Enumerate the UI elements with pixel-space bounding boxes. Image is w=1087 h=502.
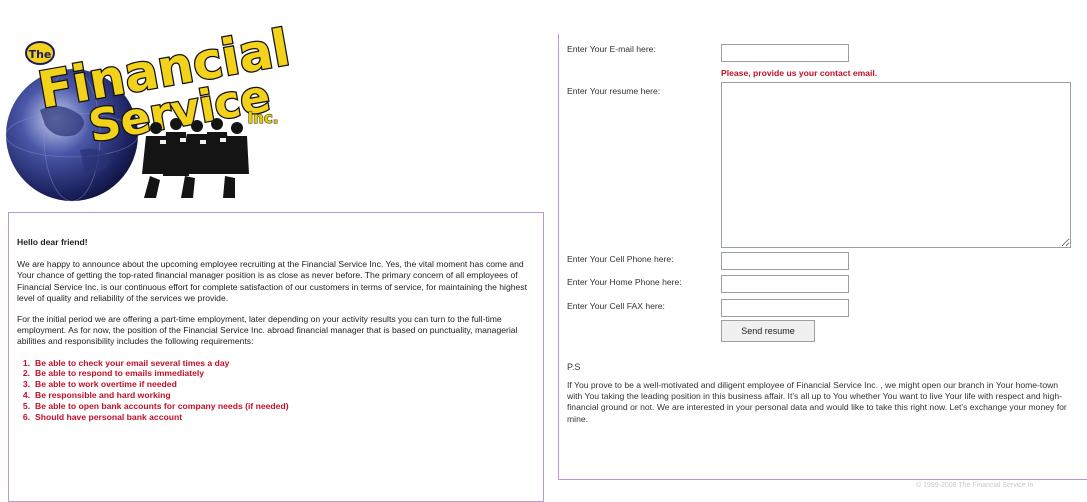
home-phone-label: Enter Your Home Phone here: bbox=[567, 277, 682, 287]
send-resume-button[interactable]: Send resume bbox=[721, 320, 815, 342]
requirement-item: 5. Be able to open bank accounts for comp… bbox=[23, 400, 535, 412]
home-phone-field[interactable] bbox=[721, 275, 849, 293]
requirement-item: 6. Should have personal bank account bbox=[23, 411, 535, 423]
resume-form-panel: Enter Your E-mail here: Please, provide … bbox=[558, 34, 1087, 480]
business-people-icon bbox=[142, 118, 249, 198]
ps-label: P.S bbox=[567, 362, 581, 372]
requirement-text: Be responsible and hard working bbox=[35, 390, 171, 401]
requirement-item: 4. Be responsible and hard working bbox=[23, 390, 535, 401]
requirement-number: 1. bbox=[22, 357, 30, 368]
requirement-number: 5. bbox=[22, 400, 30, 411]
cell-phone-label: Enter Your Cell Phone here: bbox=[567, 254, 674, 264]
copyright-footer: © 1999-2008 The Financial Service In bbox=[916, 482, 1034, 489]
logo-the-text: The bbox=[29, 48, 52, 61]
requirement-item: 3. Be able to work overtime if needed bbox=[23, 379, 535, 390]
resume-textarea[interactable] bbox=[721, 82, 1071, 248]
offer-paragraph: For the initial period we are offering a… bbox=[17, 314, 518, 347]
intro-paragraph: We are happy to announce about the upcom… bbox=[17, 259, 527, 303]
requirement-text: Be able to work overtime if needed bbox=[35, 379, 177, 390]
greeting-heading: Hello dear friend! bbox=[17, 237, 88, 247]
fax-label: Enter Your Cell FAX here: bbox=[567, 301, 665, 311]
requirement-item: 1. Be able to check your email several ti… bbox=[23, 357, 535, 369]
requirement-number: 3. bbox=[22, 379, 30, 390]
requirement-text: Be able to check your email several time… bbox=[35, 357, 230, 368]
logo-graphic: The Financial Service Inc. bbox=[5, 17, 295, 202]
company-logo: The Financial Service Inc. bbox=[0, 0, 300, 210]
email-field[interactable] bbox=[721, 44, 849, 62]
logo-inc-text: Inc. bbox=[248, 109, 279, 127]
cell-phone-field[interactable] bbox=[721, 252, 849, 270]
requirement-number: 4. bbox=[22, 390, 30, 401]
requirements-list: 1. Be able to check your email several ti… bbox=[17, 358, 535, 423]
email-error-message: Please, provide us your contact email. bbox=[721, 68, 878, 78]
intro-panel: Hello dear friend! We are happy to annou… bbox=[8, 212, 544, 502]
requirement-number: 6. bbox=[22, 411, 30, 422]
requirement-item: 2. Be able to respond to emails immediate… bbox=[23, 368, 535, 379]
email-label: Enter Your E-mail here: bbox=[567, 44, 656, 54]
requirement-text: Should have personal bank account bbox=[35, 411, 183, 422]
requirement-text: Be able to open bank accounts for compan… bbox=[35, 400, 289, 411]
requirement-number: 2. bbox=[22, 368, 30, 379]
fax-field[interactable] bbox=[721, 299, 849, 317]
resume-label: Enter Your resume here: bbox=[567, 86, 661, 96]
requirement-text: Be able to respond to emails immediately bbox=[35, 368, 205, 379]
ps-paragraph: If You prove to be a well-motivated and … bbox=[567, 380, 1067, 424]
